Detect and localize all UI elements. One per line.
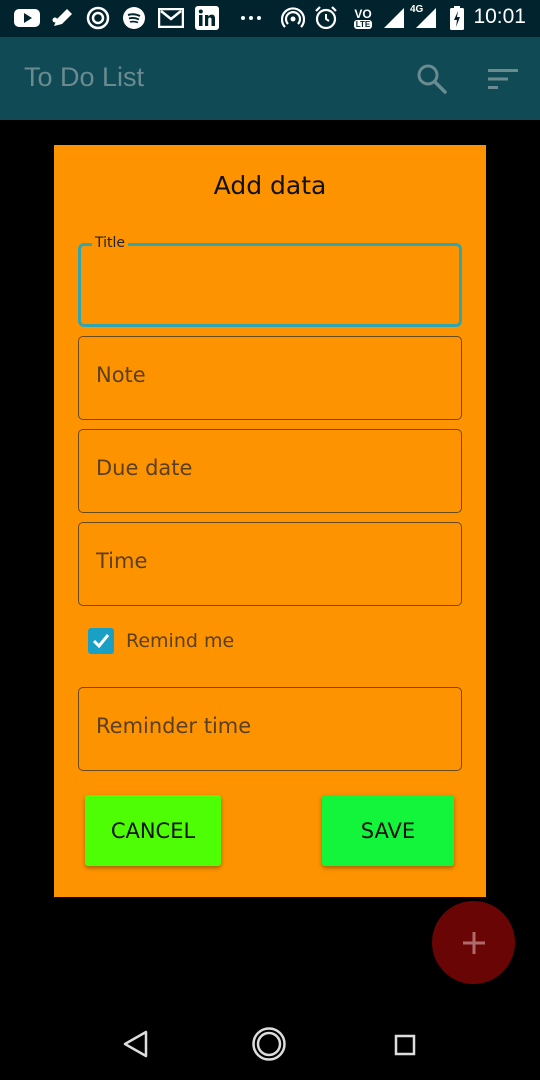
note-placeholder: Note <box>96 363 146 387</box>
checkmark-icon <box>92 634 110 649</box>
lte-badge: LTE <box>353 19 373 29</box>
reminder-time-field[interactable]: Reminder time <box>78 687 462 771</box>
search-icon[interactable] <box>416 63 448 95</box>
add-task-fab[interactable] <box>432 901 515 984</box>
note-field[interactable]: Note <box>78 336 462 420</box>
time-placeholder: Time <box>96 549 148 573</box>
volte-icon: VO LTE <box>348 7 378 29</box>
youtube-icon <box>14 7 40 29</box>
time-field[interactable]: Time <box>78 522 462 606</box>
alarm-icon <box>314 6 338 30</box>
remind-me-label: Remind me <box>126 630 235 652</box>
dialog-title: Add data <box>213 171 327 200</box>
volte-badge: VO <box>354 6 372 21</box>
battery-icon <box>450 6 464 30</box>
edit-icon <box>51 7 75 29</box>
cancel-button[interactable]: CANCEL <box>85 795 221 866</box>
signal-4g-icon: 4G <box>408 4 438 29</box>
back-icon[interactable] <box>120 1028 150 1060</box>
reminder-time-placeholder: Reminder time <box>96 714 252 738</box>
linkedin-icon <box>195 6 219 30</box>
home-icon[interactable] <box>251 1026 287 1062</box>
gmail-icon <box>158 7 184 29</box>
due-date-field[interactable]: Due date <box>78 429 462 513</box>
signal-icon <box>383 7 405 29</box>
add-data-dialog: Add data Title Note Due date Time Remind… <box>54 145 486 897</box>
more-dots-icon <box>240 7 262 29</box>
status-bar: VO LTE 4G 10:01 <box>0 0 540 37</box>
status-time: 10:01 <box>473 5 526 28</box>
remind-me-row[interactable]: Remind me <box>88 626 234 656</box>
due-date-placeholder: Due date <box>96 456 193 480</box>
app-title: To Do List <box>24 62 145 92</box>
plus-icon <box>462 931 485 954</box>
sort-icon[interactable] <box>488 67 518 91</box>
app-bar: To Do List <box>0 37 540 120</box>
spotify-icon <box>122 7 146 29</box>
network-badge: 4G <box>410 4 424 15</box>
recent-apps-icon[interactable] <box>394 1034 416 1056</box>
remind-me-checkbox[interactable] <box>88 628 114 654</box>
title-label: Title <box>92 235 129 251</box>
title-field[interactable]: Title <box>78 235 462 327</box>
save-button[interactable]: SAVE <box>322 795 454 866</box>
sync-icon <box>86 6 110 30</box>
hotspot-icon <box>281 7 305 29</box>
